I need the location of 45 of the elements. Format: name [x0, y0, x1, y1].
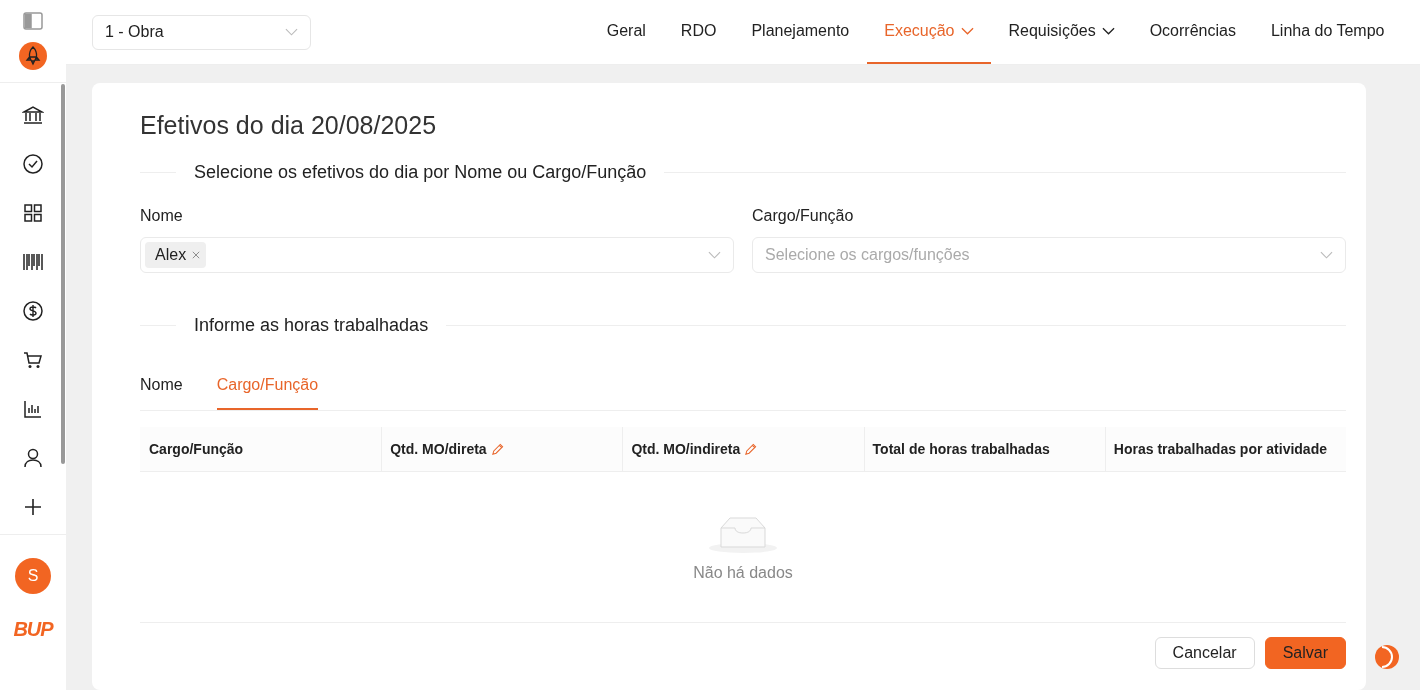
- nav-tab[interactable]: Requisições: [991, 0, 1133, 64]
- project-select[interactable]: 1 - Obra: [92, 14, 311, 50]
- field-label: Nome: [140, 207, 184, 225]
- dollar-icon[interactable]: [22, 300, 44, 322]
- chevron-down-icon: [708, 251, 721, 259]
- column-header: Qtd. MO/indireta: [631, 441, 741, 457]
- brand-logo: BUP: [13, 618, 53, 641]
- tab[interactable]: Nome: [140, 372, 183, 410]
- page-title: Efetivos do dia 20/08/2025: [140, 111, 438, 140]
- nav-tab[interactable]: Planejamento: [733, 0, 867, 64]
- column-header: Cargo/Função: [149, 441, 244, 457]
- chevron-down-icon: [1320, 251, 1333, 259]
- check-circle-icon[interactable]: [22, 153, 44, 175]
- floating-tab-icon[interactable]: [1374, 644, 1400, 670]
- grid-icon[interactable]: [22, 202, 44, 224]
- name-select[interactable]: Alex: [140, 237, 734, 273]
- section-title: Selecione os efetivos do dia por Nome ou Cargo/Função: [193, 162, 648, 183]
- bank-icon[interactable]: [22, 104, 44, 126]
- column-header: Total de horas trabalhadas: [872, 441, 1050, 457]
- column-header: Horas trabalhadas por atividade: [1113, 441, 1327, 457]
- barcode-icon[interactable]: [22, 251, 44, 273]
- field-label: Cargo/Função: [752, 207, 855, 225]
- bar-chart-icon[interactable]: [22, 398, 44, 420]
- cancel-button[interactable]: Cancelar: [1154, 637, 1255, 669]
- pencil-icon: [744, 442, 758, 456]
- chevron-down-icon: [1101, 27, 1115, 35]
- save-button[interactable]: Salvar: [1264, 637, 1346, 669]
- pencil-icon: [490, 442, 504, 456]
- plus-icon[interactable]: [22, 496, 44, 518]
- empty-message: Não há dados: [693, 564, 793, 582]
- rocket-icon[interactable]: [19, 42, 47, 70]
- column-header: Qtd. MO/direta: [390, 441, 487, 457]
- sidebar-toggle-icon[interactable]: [23, 11, 43, 31]
- section-title: Informe as horas trabalhadas: [193, 315, 430, 336]
- nav-tab[interactable]: Linha do Tempo: [1253, 0, 1402, 64]
- close-icon[interactable]: [192, 251, 201, 259]
- nav-tab[interactable]: Ocorrências: [1132, 0, 1254, 64]
- scrollbar[interactable]: [61, 84, 65, 464]
- selected-tag[interactable]: Alex: [145, 242, 207, 268]
- user-icon[interactable]: [22, 447, 44, 469]
- cart-icon[interactable]: [22, 349, 44, 371]
- nav-tab[interactable]: Geral: [589, 0, 664, 64]
- nav-tab[interactable]: RDO: [663, 0, 734, 64]
- chevron-down-icon: [285, 28, 298, 36]
- chevron-down-icon: [960, 27, 974, 35]
